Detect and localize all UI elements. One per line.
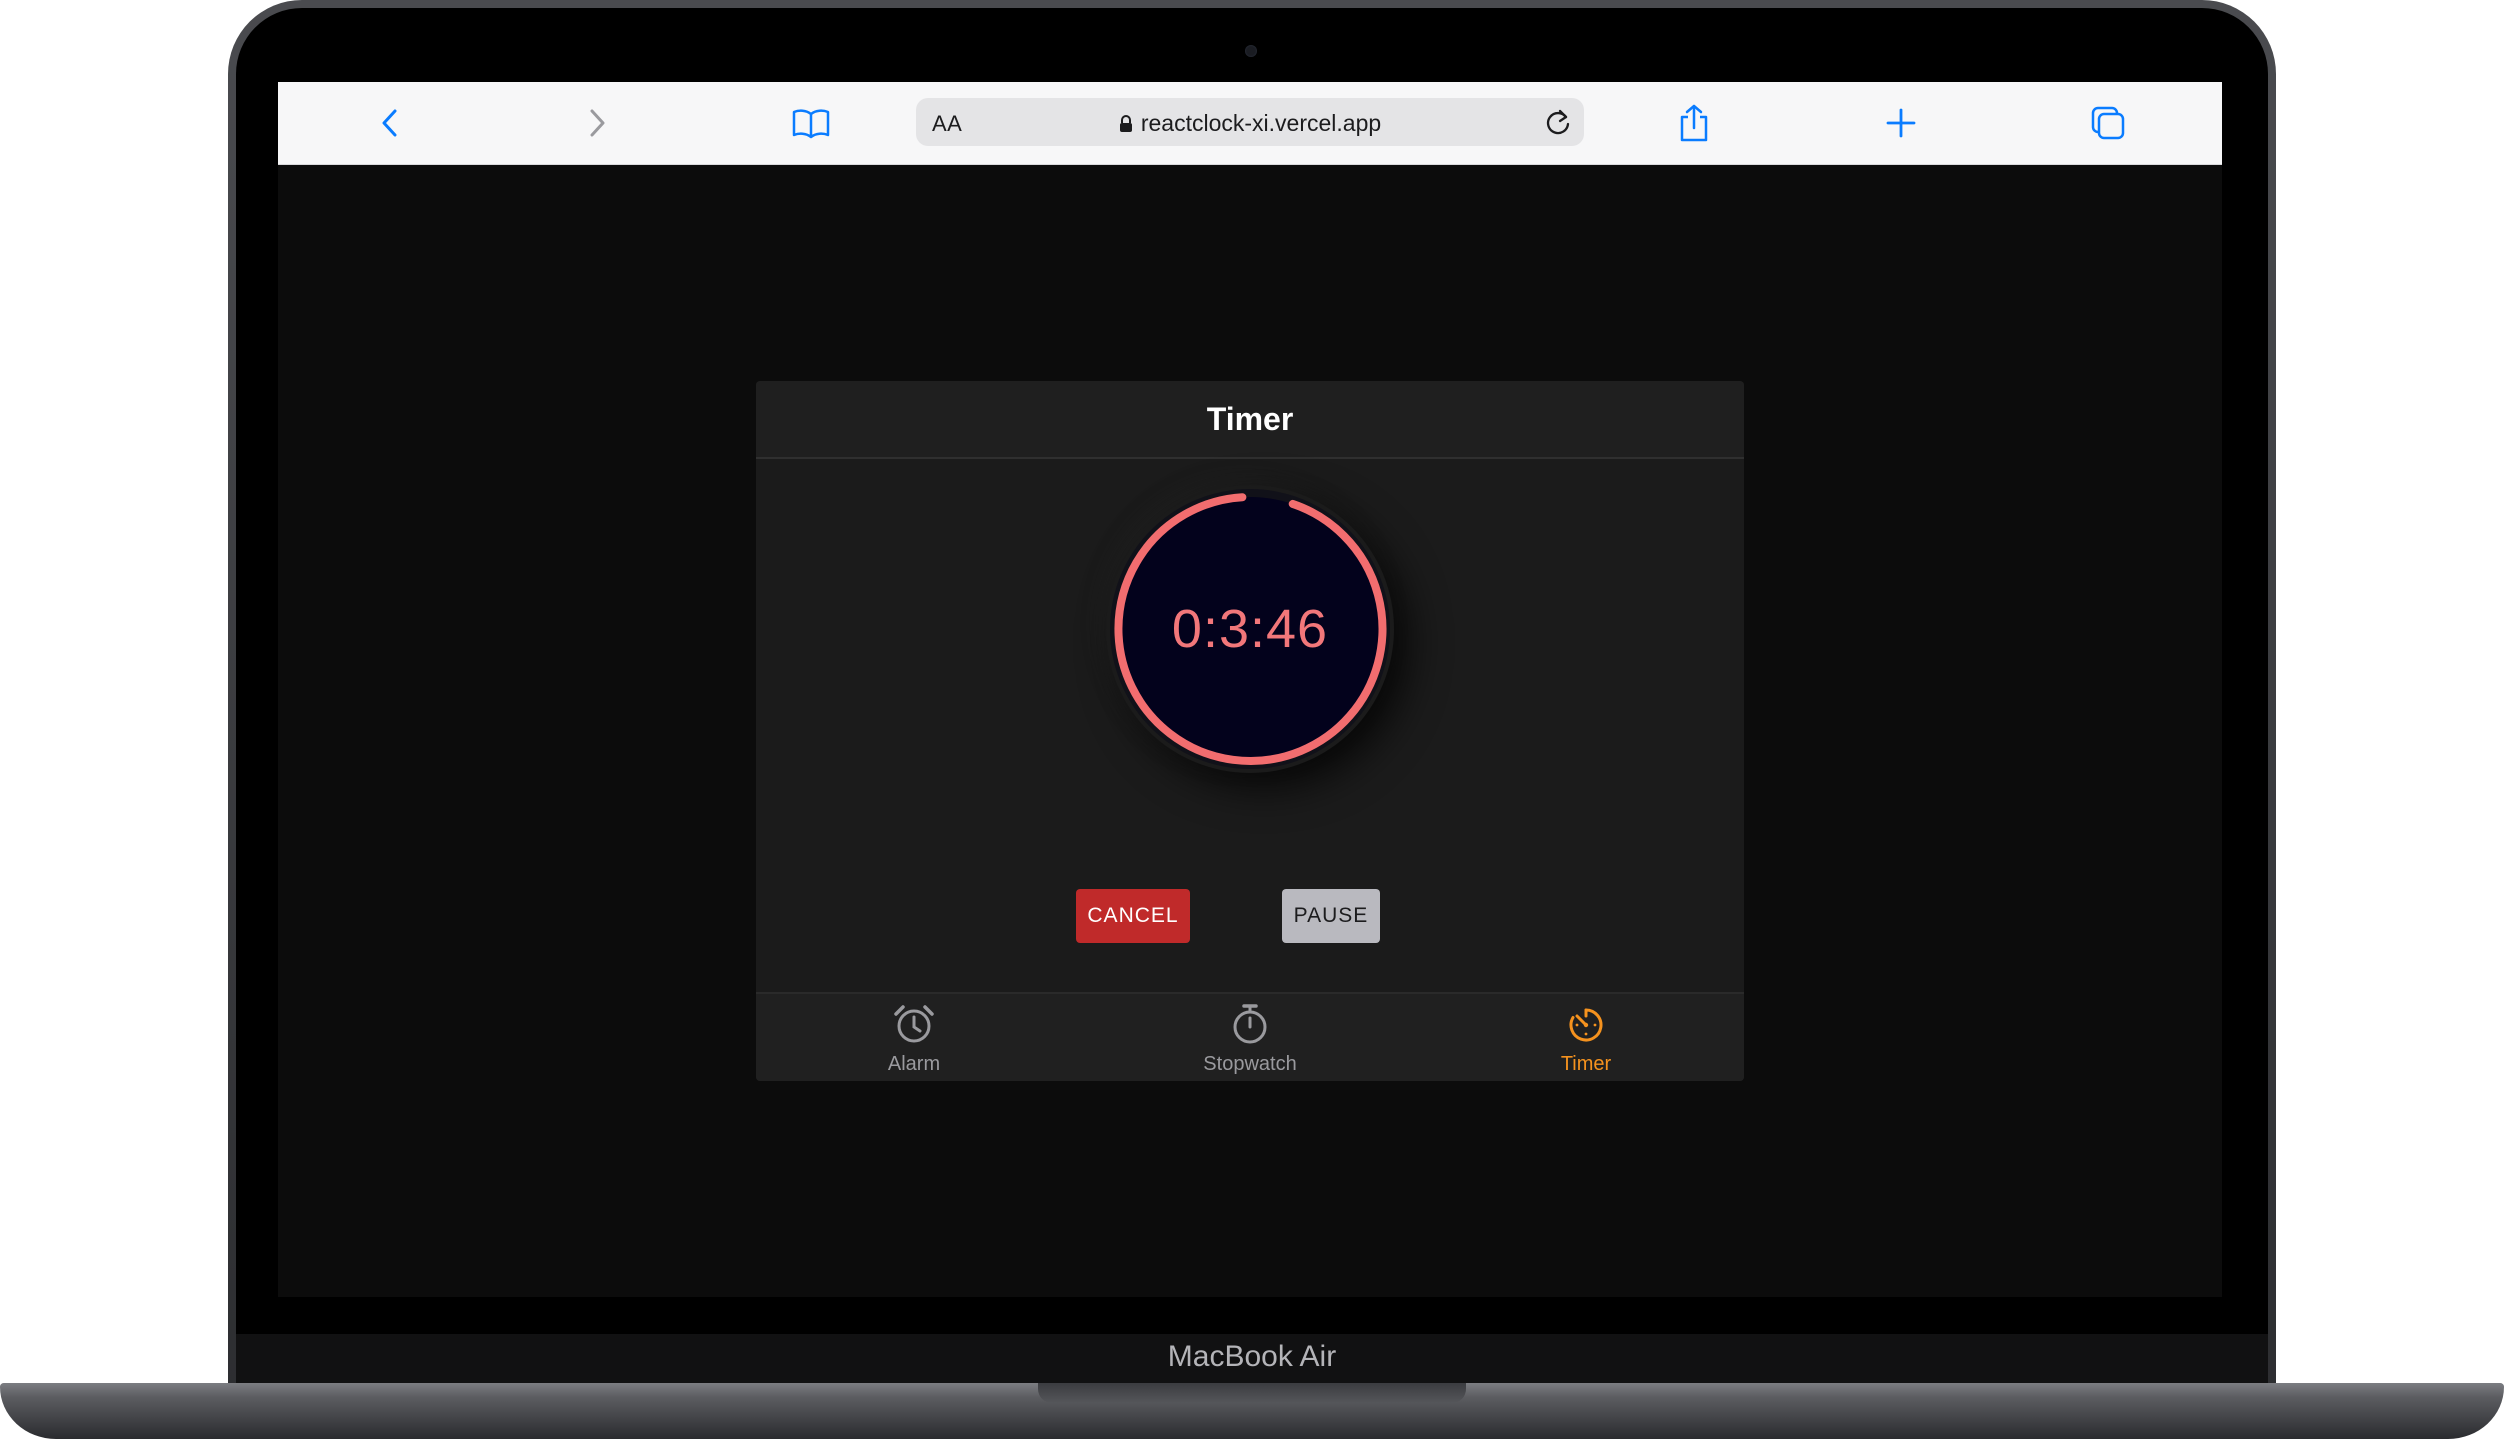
share-button[interactable] xyxy=(1671,100,1717,146)
new-tab-button[interactable] xyxy=(1878,100,1924,146)
timer-dial: 0:3:46 xyxy=(1106,485,1394,773)
device-brand-label: MacBook Air xyxy=(1167,1340,1337,1373)
tab-label-alarm: Alarm xyxy=(887,1053,941,1075)
laptop-hinge-notch xyxy=(1038,1383,1466,1403)
tabs-overview-button[interactable] xyxy=(2085,100,2131,146)
tab-label-stopwatch: Stopwatch xyxy=(1203,1053,1297,1075)
page-title: Timer xyxy=(1206,401,1294,437)
timer-icon xyxy=(1569,1008,1603,1042)
pause-button[interactable]: PAUSE xyxy=(1282,889,1380,943)
reload-icon[interactable] xyxy=(1542,106,1574,138)
camera-icon xyxy=(1245,45,1257,57)
cancel-button[interactable]: CANCEL xyxy=(1076,889,1190,943)
stopwatch-icon xyxy=(1233,1004,1267,1044)
browser-toolbar: AA reactclock-xi.vercel.app xyxy=(278,82,2222,165)
tab-bar: Alarm Stopwatch Timer xyxy=(756,992,1744,1081)
lock-icon xyxy=(1119,115,1132,132)
tab-label-timer: Timer xyxy=(1560,1053,1612,1075)
laptop-mockup: AA reactclock-xi.vercel.app Timer 0:3:46… xyxy=(0,0,2504,1439)
tab-alarm[interactable]: Alarm xyxy=(814,994,1014,1081)
back-button[interactable] xyxy=(367,100,413,146)
book-icon xyxy=(792,109,830,139)
url-display[interactable]: reactclock-xi.vercel.app xyxy=(916,110,1584,137)
app-header: Timer xyxy=(756,381,1744,459)
share-icon xyxy=(1680,104,1708,142)
bookmarks-button[interactable] xyxy=(788,100,834,146)
chevron-left-icon xyxy=(382,109,397,137)
url-text: reactclock-xi.vercel.app xyxy=(1140,110,1382,136)
browser-window: AA reactclock-xi.vercel.app Timer 0:3:46… xyxy=(278,82,2222,1297)
tab-timer[interactable]: Timer xyxy=(1486,994,1686,1081)
tab-stopwatch[interactable]: Stopwatch xyxy=(1150,994,1350,1081)
timer-display: 0:3:46 xyxy=(1171,599,1329,659)
tabs-icon xyxy=(2091,106,2125,140)
address-bar[interactable]: AA reactclock-xi.vercel.app xyxy=(916,98,1584,146)
plus-icon xyxy=(1886,108,1916,138)
chevron-right-icon xyxy=(590,109,605,137)
alarm-clock-icon xyxy=(894,1005,934,1043)
forward-button[interactable] xyxy=(574,100,620,146)
clock-app: Timer 0:3:46 CANCEL PAUSE Alarm Stopwatc… xyxy=(756,381,1744,1081)
